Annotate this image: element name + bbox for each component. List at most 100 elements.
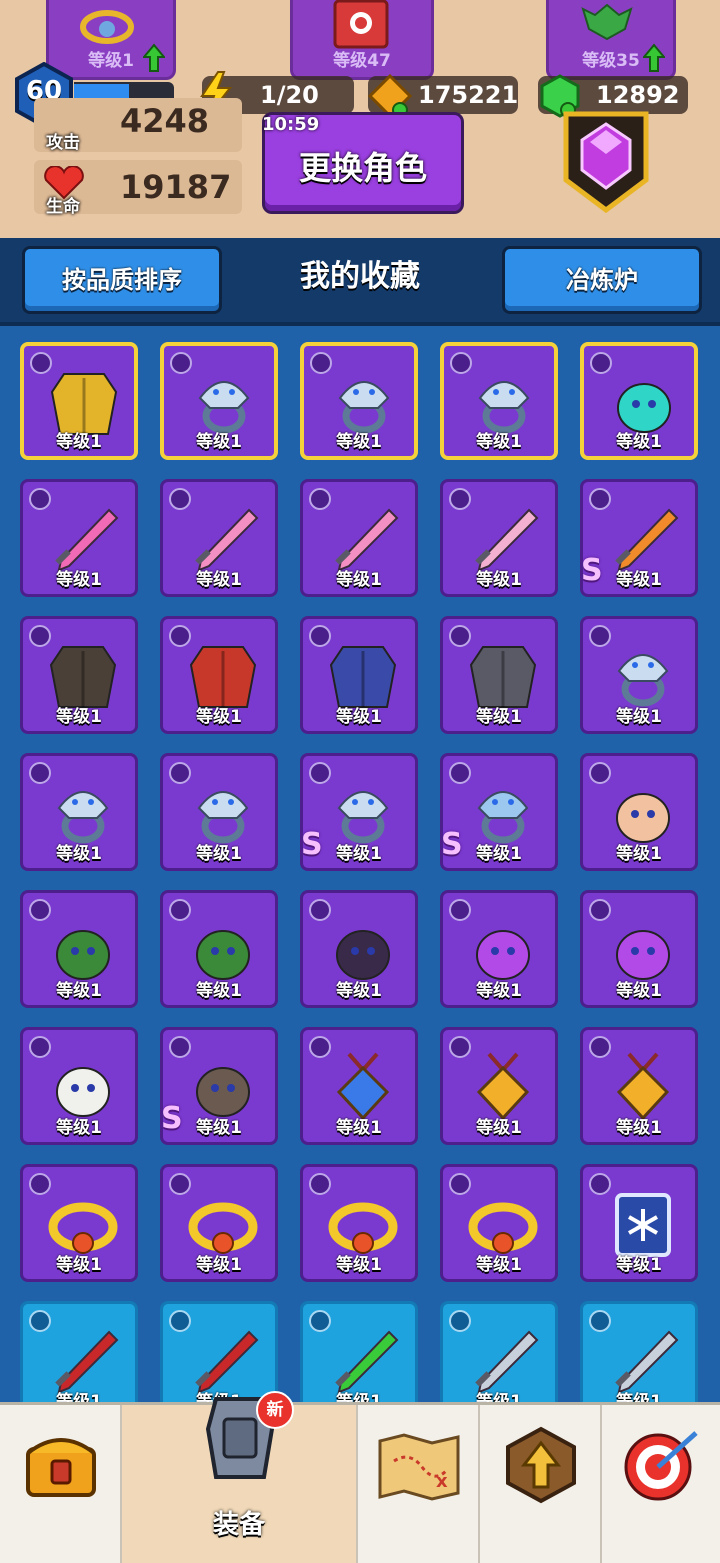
- reaper-pet-icon: [56, 930, 110, 980]
- item-level: 等级1: [476, 1255, 522, 1275]
- sort-by-quality-button[interactable]: 按品质排序: [22, 246, 222, 314]
- equipment-card-lion-ring[interactable]: 等级1: [440, 342, 558, 460]
- gem-counter[interactable]: 12892: [538, 74, 688, 118]
- item-level: 等级1: [196, 981, 242, 1001]
- change-character-label: 更换角色: [298, 149, 427, 187]
- item-level: 等级1: [336, 981, 382, 1001]
- character-panel: 等级1 等级47 等级35 60 1/20 175221 12892 4248 …: [0, 0, 720, 238]
- orange-gem-bracelet-icon: [48, 1202, 118, 1254]
- equipment-card-red-bow[interactable]: 等级1: [20, 1301, 138, 1402]
- pink-sword-icon: [335, 508, 399, 572]
- hp-value: 19187: [120, 168, 232, 206]
- green-scythe-icon: [335, 1330, 399, 1394]
- top-equip-slot-3[interactable]: 等级35: [546, 0, 676, 80]
- equipment-card-golden-armor[interactable]: 等级1: [20, 342, 138, 460]
- item-level: 等级1: [476, 1392, 522, 1402]
- equipment-card-dragon-ring[interactable]: S 等级1: [300, 753, 418, 871]
- equipment-card-bull-ring[interactable]: 等级1: [160, 753, 278, 871]
- item-level: 等级1: [56, 1118, 102, 1138]
- dragon-ring-icon: [337, 791, 389, 844]
- item-level: 等级1: [56, 707, 102, 727]
- target-icon: [624, 1431, 698, 1501]
- lion-amulet-icon: [476, 1052, 530, 1121]
- nav-map-tab[interactable]: x: [358, 1405, 480, 1563]
- wolf-ring-icon: [617, 654, 669, 707]
- item-level: 等级1: [196, 570, 242, 590]
- equipment-card-green-gem-bracelet[interactable]: 等级1: [300, 1164, 418, 1282]
- upgrade-arrow-icon: [643, 43, 665, 72]
- equipment-card-dragon-ring[interactable]: 等级1: [300, 342, 418, 460]
- gold-counter[interactable]: 175221: [368, 74, 519, 118]
- equipment-card-blue-robe[interactable]: 等级1: [300, 616, 418, 734]
- steel-sword-icon: [475, 1330, 539, 1394]
- equipment-card-lion-amulet[interactable]: 等级1: [580, 1027, 698, 1145]
- equipment-grid: 等级1 等级1 等级1 等级1 等级1 等级1 等级1 等级1 等级1 S 等级1 等级1 等级1 等级1…: [0, 326, 720, 1402]
- attack-label: 攻击: [46, 133, 80, 153]
- item-level: 等级1: [476, 707, 522, 727]
- red-gem-bracelet-icon: [188, 1202, 258, 1254]
- equipment-card-purple-slime-pet[interactable]: 等级1: [440, 890, 558, 1008]
- equipment-card-steel-sword[interactable]: 等级1: [580, 1301, 698, 1402]
- equipment-card-pink-sword[interactable]: 等级1: [160, 479, 278, 597]
- equipment-card-dark-vest[interactable]: 等级1: [20, 616, 138, 734]
- nav-equipment-tab[interactable]: 新 装备: [122, 1391, 358, 1563]
- equipment-card-lion-amulet[interactable]: 等级1: [440, 1027, 558, 1145]
- item-level: 等级1: [336, 1118, 382, 1138]
- reaper-pet-icon: [196, 930, 250, 980]
- item-level: 等级1: [336, 1255, 382, 1275]
- equipment-card-fairy-pet[interactable]: 等级1: [580, 753, 698, 871]
- frost-spellbook-icon: [615, 1193, 671, 1257]
- equipment-card-serpent-ring[interactable]: 等级1: [20, 753, 138, 871]
- item-level: 等级1: [196, 1255, 242, 1275]
- flame-sword-icon: [615, 508, 679, 572]
- equipment-card-bear-ring[interactable]: 等级1: [160, 342, 278, 460]
- item-level: 等级1: [56, 1392, 102, 1402]
- equipment-card-red-bow[interactable]: 等级1: [160, 1301, 278, 1402]
- equipment-card-pink-shuriken[interactable]: 等级1: [440, 479, 558, 597]
- equipment-card-reaper-pet[interactable]: 等级1: [160, 890, 278, 1008]
- sort-button-label: 按品质排序: [62, 266, 182, 294]
- equipment-card-bat-pet[interactable]: 等级1: [300, 890, 418, 1008]
- equipment-card-orange-gem-bracelet[interactable]: 等级1: [20, 1164, 138, 1282]
- red-bow-icon: [55, 1330, 119, 1394]
- equipment-card-owl-pet[interactable]: 等级1: [20, 1027, 138, 1145]
- equipment-card-frost-spellbook[interactable]: 等级1: [580, 1164, 698, 1282]
- equipment-card-bat-ring[interactable]: S 等级1: [440, 753, 558, 871]
- green-gem-bracelet-icon: [328, 1202, 398, 1254]
- equipment-card-yellow-gem-bracelet[interactable]: 等级1: [440, 1164, 558, 1282]
- equipment-card-eagle-amulet[interactable]: 等级1: [300, 1027, 418, 1145]
- item-level: 等级1: [56, 844, 102, 864]
- equipment-card-flame-sword[interactable]: S 等级1: [580, 479, 698, 597]
- blue-robe-icon: [329, 646, 397, 708]
- hp-stat: 19187 生命: [34, 160, 242, 217]
- equipment-card-panda-pet[interactable]: S 等级1: [160, 1027, 278, 1145]
- item-level: 等级1: [616, 981, 662, 1001]
- nav-target-tab[interactable]: [602, 1405, 720, 1563]
- upgrade-arrow-icon: [143, 43, 165, 72]
- equipment-card-purple-slime-pet[interactable]: 等级1: [580, 890, 698, 1008]
- equipment-card-wolf-ring[interactable]: 等级1: [580, 616, 698, 734]
- equipment-card-green-scythe[interactable]: 等级1: [300, 1301, 418, 1402]
- dark-vest-icon: [49, 646, 117, 708]
- gold-value: 175221: [418, 81, 519, 109]
- item-level: 等级1: [336, 1392, 382, 1402]
- nav-chest-tab[interactable]: [0, 1405, 122, 1563]
- red-robe-icon: [189, 646, 257, 708]
- top-equip-slot-2[interactable]: 等级47: [290, 0, 434, 80]
- svg-text:x: x: [436, 1471, 448, 1492]
- item-level: 等级1: [616, 1118, 662, 1138]
- equipment-card-red-robe[interactable]: 等级1: [160, 616, 278, 734]
- item-level: 等级1: [616, 707, 662, 727]
- equipment-card-pink-scythe[interactable]: 等级1: [20, 479, 138, 597]
- bull-ring-icon: [197, 791, 249, 844]
- smelter-button[interactable]: 冶炼炉: [502, 246, 702, 314]
- equipment-card-ghost-pet[interactable]: 等级1: [580, 342, 698, 460]
- item-level: 等级1: [336, 844, 382, 864]
- equipment-card-red-gem-bracelet[interactable]: 等级1: [160, 1164, 278, 1282]
- equipment-card-black-armor[interactable]: 等级1: [440, 616, 558, 734]
- equipment-card-steel-sword[interactable]: 等级1: [440, 1301, 558, 1402]
- nav-upgrade-tab[interactable]: [480, 1405, 602, 1563]
- equipment-card-pink-sword[interactable]: 等级1: [300, 479, 418, 597]
- equipment-card-reaper-pet[interactable]: 等级1: [20, 890, 138, 1008]
- crystal-emblem-icon[interactable]: [562, 110, 650, 214]
